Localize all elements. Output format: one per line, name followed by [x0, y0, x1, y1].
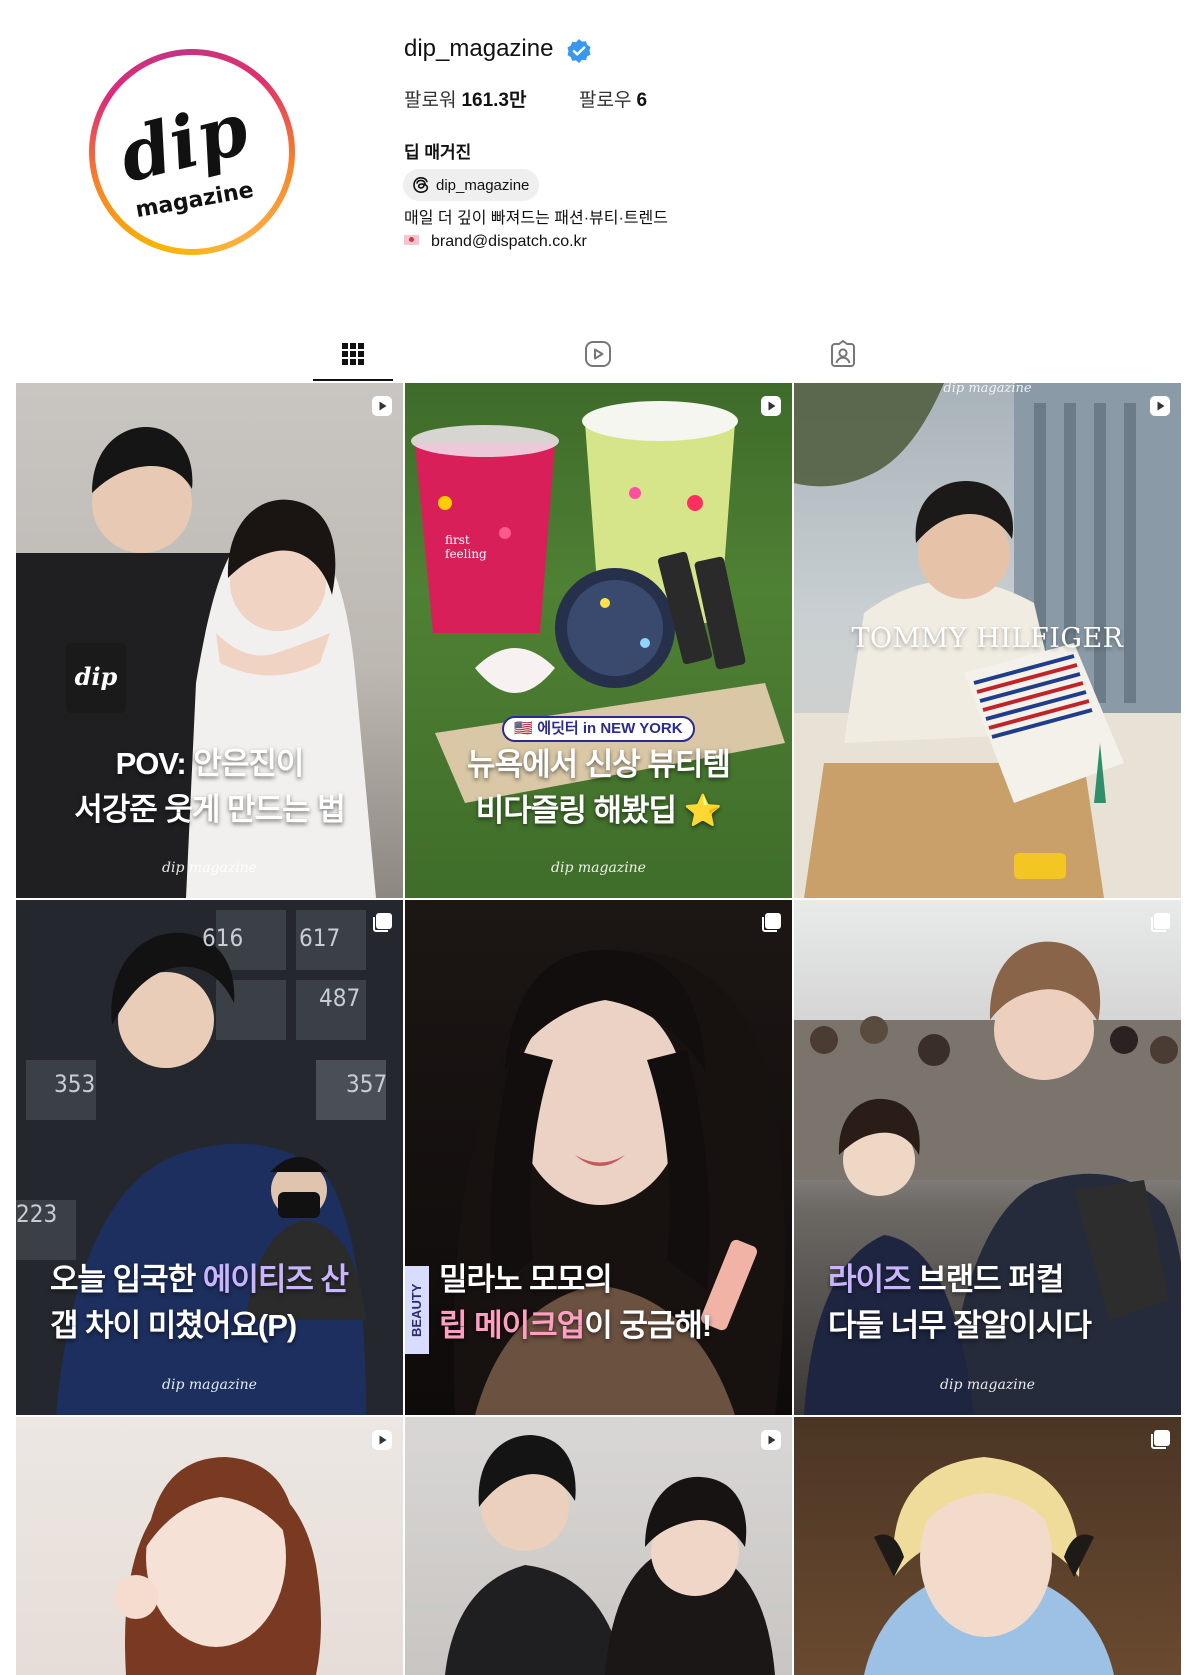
carousel-icon: [1151, 913, 1170, 932]
post-tile[interactable]: [16, 1417, 403, 1675]
post-tile[interactable]: BEAUTY 밀라노 모모의 립 메이크업이 궁금해!: [405, 900, 792, 1415]
threads-icon: [413, 176, 429, 194]
caption-line-2: 이 궁금해!: [584, 1308, 712, 1343]
post-photo: [114, 1457, 321, 1675]
caption-line-1: 오늘 입국한: [50, 1262, 203, 1297]
beauty-tag: BEAUTY: [405, 1266, 429, 1354]
followers-count: 161.3만: [461, 90, 527, 111]
post-watermark: dip magazine: [162, 860, 257, 876]
caption-line-1: 밀라노 모모의: [439, 1262, 613, 1297]
caption-line-2: 서강준 웃게 만드는 법: [74, 792, 346, 827]
locker-number: 353: [54, 1070, 96, 1098]
post-caption-overlay: 🇺🇸 에딧터 in NEW YORK 뉴욕에서 신상 뷰티템 비다즐링 해봤딥 …: [405, 708, 792, 834]
caption-pill-badge: 🇺🇸 에딧터 in NEW YORK: [502, 716, 695, 742]
post-photo: [864, 1457, 1114, 1675]
locker-number: 223: [16, 1200, 58, 1228]
post-caption-overlay: 오늘 입국한 에이티즈 산 갭 차이 미쳤어요(P): [50, 1257, 403, 1349]
reel-icon: [1150, 396, 1170, 416]
following-label: 팔로우: [579, 90, 632, 111]
caption-line-2: 다들 너무 잘알이시다: [828, 1308, 1092, 1343]
profile-full-name: 딥 매거진: [404, 143, 472, 162]
caption-line-2: 비다즐링 해봤딥 ⭐: [475, 793, 722, 828]
caption-highlight: 립 메이크업: [439, 1308, 585, 1343]
reel-icon: [372, 396, 392, 416]
active-tab-indicator: [313, 379, 393, 381]
profile-bio: 매일 더 깊이 빠져드는 패션·뷰티·트렌드 brand@dispatch.co…: [404, 207, 668, 253]
bio-email-line: brand@dispatch.co.kr: [404, 230, 668, 253]
following-count: 6: [636, 90, 648, 111]
tab-tagged[interactable]: [813, 326, 873, 382]
followers-stat[interactable]: 팔로워 161.3만: [404, 88, 526, 114]
tagged-icon: [831, 340, 855, 367]
verified-badge-icon: [567, 39, 591, 63]
profile-username: dip_magazine: [404, 35, 554, 62]
bio-line: 매일 더 깊이 빠져드는 패션·뷰티·트렌드: [404, 210, 668, 227]
grid-icon: [342, 343, 364, 365]
post-caption-overlay: POV: 안은진이 서강준 웃게 만드는 법: [16, 741, 403, 833]
caption-line-1: 안은진이: [193, 746, 304, 781]
caption-highlight: POV:: [115, 746, 194, 781]
caption-line-1: 브랜드 퍼컬: [910, 1262, 1064, 1297]
carousel-icon: [1151, 1430, 1170, 1449]
post-watermark: dip magazine: [162, 1377, 257, 1393]
caption-highlight: 에이티즈 산: [202, 1262, 349, 1297]
reel-icon: [761, 396, 781, 416]
following-stat[interactable]: 팔로우 6: [579, 88, 647, 114]
threads-link-button[interactable]: dip_magazine: [403, 169, 540, 201]
post-tile[interactable]: dip POV: 안은진이 서강준 웃게 만드는 법 dip magazine: [16, 383, 403, 898]
caption-line-1: 뉴욕에서 신상 뷰티템: [467, 747, 731, 782]
post-caption-overlay: 밀라노 모모의 립 메이크업이 궁금해!: [439, 1257, 792, 1349]
followers-label: 팔로워: [404, 90, 457, 111]
threads-handle: dip_magazine: [436, 176, 530, 194]
love-letter-icon: [404, 235, 419, 245]
reel-icon: [372, 1430, 392, 1450]
carousel-icon: [762, 913, 781, 932]
tab-posts[interactable]: [323, 326, 383, 382]
locker-number: 617: [299, 924, 341, 952]
locker-number: 487: [319, 984, 361, 1012]
post-top-watermark: dip magazine: [943, 383, 1032, 396]
carousel-icon: [373, 913, 392, 932]
post-watermark: dip magazine: [551, 860, 646, 876]
locker-numbers: 616 617 487 357 353 223: [16, 900, 403, 1228]
post-brand-title: TOMMY HILFIGER: [851, 623, 1124, 654]
caption-highlight: 라이즈: [828, 1262, 912, 1297]
locker-number: 357: [346, 1070, 388, 1098]
reels-icon: [585, 341, 611, 367]
reel-icon: [761, 1430, 781, 1450]
post-watermark: dip magazine: [940, 1377, 1035, 1393]
avatar-logo: dip magazine: [95, 55, 289, 249]
post-tile[interactable]: first feeling 🇺🇸 에딧터 in NEW YORK 뉴욕에서 신상…: [405, 383, 792, 898]
profile-avatar[interactable]: dip magazine: [89, 49, 295, 255]
post-tile[interactable]: 라이즈 브랜드 퍼컬 다들 너무 잘알이시다 dip magazine: [794, 900, 1181, 1415]
hand-logo-text: dip: [75, 662, 118, 691]
post-photo: [445, 1435, 775, 1675]
caption-line-2: 갭 차이 미쳤어요(P): [50, 1308, 297, 1343]
cup-print-text: first feeling: [445, 533, 487, 561]
post-tile[interactable]: TOMMY HILFIGER dip magazine: [794, 383, 1181, 898]
locker-number: 616: [202, 924, 244, 952]
bio-email[interactable]: brand@dispatch.co.kr: [431, 233, 587, 250]
post-tile[interactable]: [405, 1417, 792, 1675]
post-tile[interactable]: [794, 1417, 1181, 1675]
post-tile[interactable]: 616 617 487 357 353 223 오늘 입국한 에이티즈 산 갭 …: [16, 900, 403, 1415]
tab-reels[interactable]: [568, 326, 628, 382]
hand-held-logo: dip: [66, 643, 126, 713]
post-caption-overlay: 라이즈 브랜드 퍼컬 다들 너무 잘알이시다: [828, 1257, 1181, 1349]
